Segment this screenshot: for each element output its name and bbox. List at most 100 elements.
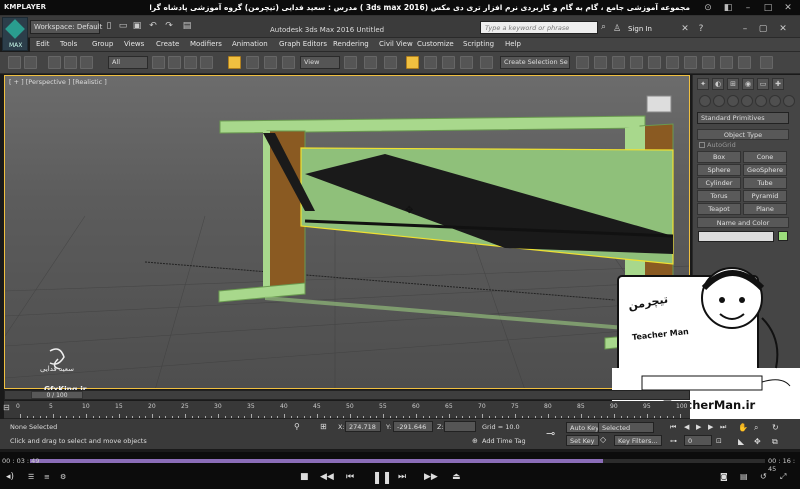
menu-tools[interactable]: Tools: [60, 40, 77, 48]
hierarchy-tab-icon[interactable]: ⊞: [727, 78, 739, 90]
playlist-icon[interactable]: ☰: [28, 473, 34, 481]
time-tag-icon[interactable]: ⊕: [472, 437, 478, 445]
object-name-field[interactable]: [698, 231, 774, 242]
selection-filter-select[interactable]: All: [108, 56, 148, 69]
open-file-icon[interactable]: ▭: [118, 21, 128, 31]
unlink-icon[interactable]: [64, 56, 77, 69]
max-app-button[interactable]: MAX: [2, 17, 28, 51]
pause-icon[interactable]: ❚❚: [372, 470, 392, 484]
geosphere-button[interactable]: GeoSphere: [743, 164, 787, 176]
menu-modifiers[interactable]: Modifiers: [190, 40, 222, 48]
menu-create[interactable]: Create: [156, 40, 179, 48]
table-top-rail[interactable]: [219, 115, 646, 134]
menu-scripting[interactable]: Scripting: [463, 40, 494, 48]
utilities-tab-icon[interactable]: ✚: [772, 78, 784, 90]
select-object-icon[interactable]: [152, 56, 165, 69]
select-place-icon[interactable]: [282, 56, 295, 69]
menu-group[interactable]: Group: [92, 40, 113, 48]
left-leg-post[interactable]: [263, 131, 270, 291]
reference-coordinate-select[interactable]: View: [300, 56, 340, 69]
box-button[interactable]: Box: [697, 151, 741, 163]
z-coordinate-field[interactable]: [444, 421, 476, 432]
snaps-toggle-icon[interactable]: [406, 56, 419, 69]
align-icon[interactable]: [594, 56, 607, 69]
seek-bar[interactable]: [30, 459, 765, 463]
capture-icon[interactable]: ◙: [720, 472, 728, 481]
pin-icon[interactable]: ⊙: [700, 2, 716, 14]
key-icon[interactable]: ⊸: [546, 427, 555, 440]
shapes-icon[interactable]: [713, 95, 725, 107]
set-key-button[interactable]: Set Key: [566, 435, 599, 446]
schematic-view-icon[interactable]: [666, 56, 679, 69]
cone-button[interactable]: Cone: [743, 151, 787, 163]
max-restore-icon[interactable]: ▢: [758, 24, 768, 34]
window-crossing-icon[interactable]: [200, 56, 213, 69]
rendered-frame-icon[interactable]: [720, 56, 733, 69]
stop-icon[interactable]: ■: [300, 472, 309, 482]
modify-tab-icon[interactable]: ◐: [712, 78, 724, 90]
zoom-icon[interactable]: ⌕: [754, 423, 758, 433]
bind-spacewarp-icon[interactable]: [80, 56, 93, 69]
menu-rendering[interactable]: Rendering: [333, 40, 369, 48]
new-file-icon[interactable]: ▯: [104, 21, 114, 31]
angle-snap-icon[interactable]: [424, 56, 437, 69]
manipulate-icon[interactable]: [364, 56, 377, 69]
next-icon[interactable]: ⏭: [398, 472, 406, 482]
settings-icon[interactable]: ⚙: [60, 473, 66, 481]
track-bar[interactable]: ⊟ 0 5 10 15 20 25 30 35 40 45 50 55 60 65 70 75 80 85 90 95…: [3, 401, 690, 419]
add-time-tag[interactable]: Add Time Tag: [482, 437, 526, 445]
maximize-viewport-icon[interactable]: ⧉: [772, 437, 778, 447]
lights-icon[interactable]: [727, 95, 739, 107]
set-key-filter-icon[interactable]: ◇: [600, 435, 606, 444]
volume-icon[interactable]: ◂): [6, 472, 14, 482]
torus-button[interactable]: Torus: [697, 190, 741, 202]
teapot-button[interactable]: Teapot: [697, 203, 741, 215]
project-folder-icon[interactable]: ▤: [182, 21, 192, 31]
goto-end-icon[interactable]: ⏭: [720, 423, 726, 432]
percent-snap-icon[interactable]: [442, 56, 455, 69]
tube-button[interactable]: Tube: [743, 177, 787, 189]
next-frame-icon[interactable]: ▶: [708, 423, 713, 431]
sign-in-link[interactable]: Sign In: [628, 25, 652, 33]
cylinder-button[interactable]: Cylinder: [697, 177, 741, 189]
menu-graph-editors[interactable]: Graph Editors: [279, 40, 327, 48]
graphite-toggle-icon[interactable]: [630, 56, 643, 69]
named-selection-input[interactable]: Create Selection Se: [500, 56, 570, 69]
display-tab-icon[interactable]: ▭: [757, 78, 769, 90]
autogrid-checkbox[interactable]: [699, 142, 705, 148]
search-input[interactable]: Type a keyword or phrase: [480, 21, 598, 34]
key-mode-toggle-icon[interactable]: ⊶: [670, 437, 677, 445]
cameras-icon[interactable]: [741, 95, 753, 107]
lock-selection-icon[interactable]: ⚲: [294, 422, 300, 431]
key-mode-select[interactable]: Selected: [598, 422, 654, 433]
menu-civil-view[interactable]: Civil View: [379, 40, 413, 48]
material-editor-icon[interactable]: [684, 56, 697, 69]
undo-icon[interactable]: ↶: [148, 21, 158, 31]
select-link-icon[interactable]: [48, 56, 61, 69]
select-rotate-icon[interactable]: [246, 56, 259, 69]
select-move-icon[interactable]: [228, 56, 241, 69]
max-minimize-icon[interactable]: –: [740, 24, 750, 34]
minimize-icon[interactable]: –: [740, 2, 756, 14]
mirror-icon[interactable]: [576, 56, 589, 69]
name-color-rollout[interactable]: Name and Color: [697, 217, 789, 228]
max-close-icon[interactable]: ✕: [778, 24, 788, 34]
primitive-type-select[interactable]: Standard Primitives: [697, 112, 789, 124]
exchange-icon[interactable]: ✕: [680, 24, 690, 34]
menu-customize[interactable]: Customize: [417, 40, 454, 48]
fullscreen-icon[interactable]: ◧: [720, 2, 736, 14]
subtitle-icon[interactable]: ▤: [740, 472, 748, 481]
y-coordinate-field[interactable]: -291.646: [393, 421, 433, 432]
open-file-player-icon[interactable]: ⏏: [452, 472, 461, 482]
pyramid-button[interactable]: Pyramid: [743, 190, 787, 202]
selection-region-icon[interactable]: [184, 56, 197, 69]
curve-editor-icon[interactable]: [648, 56, 661, 69]
layer-manager-icon[interactable]: [612, 56, 625, 69]
render-production-icon[interactable]: [738, 56, 751, 69]
current-frame-field[interactable]: 0: [684, 435, 712, 446]
keyboard-shortcut-icon[interactable]: [384, 56, 397, 69]
menu-help[interactable]: Help: [505, 40, 521, 48]
repeat-icon[interactable]: ↺: [760, 472, 767, 481]
menu-animation[interactable]: Animation: [232, 40, 268, 48]
spinner-snap-icon[interactable]: [460, 56, 473, 69]
